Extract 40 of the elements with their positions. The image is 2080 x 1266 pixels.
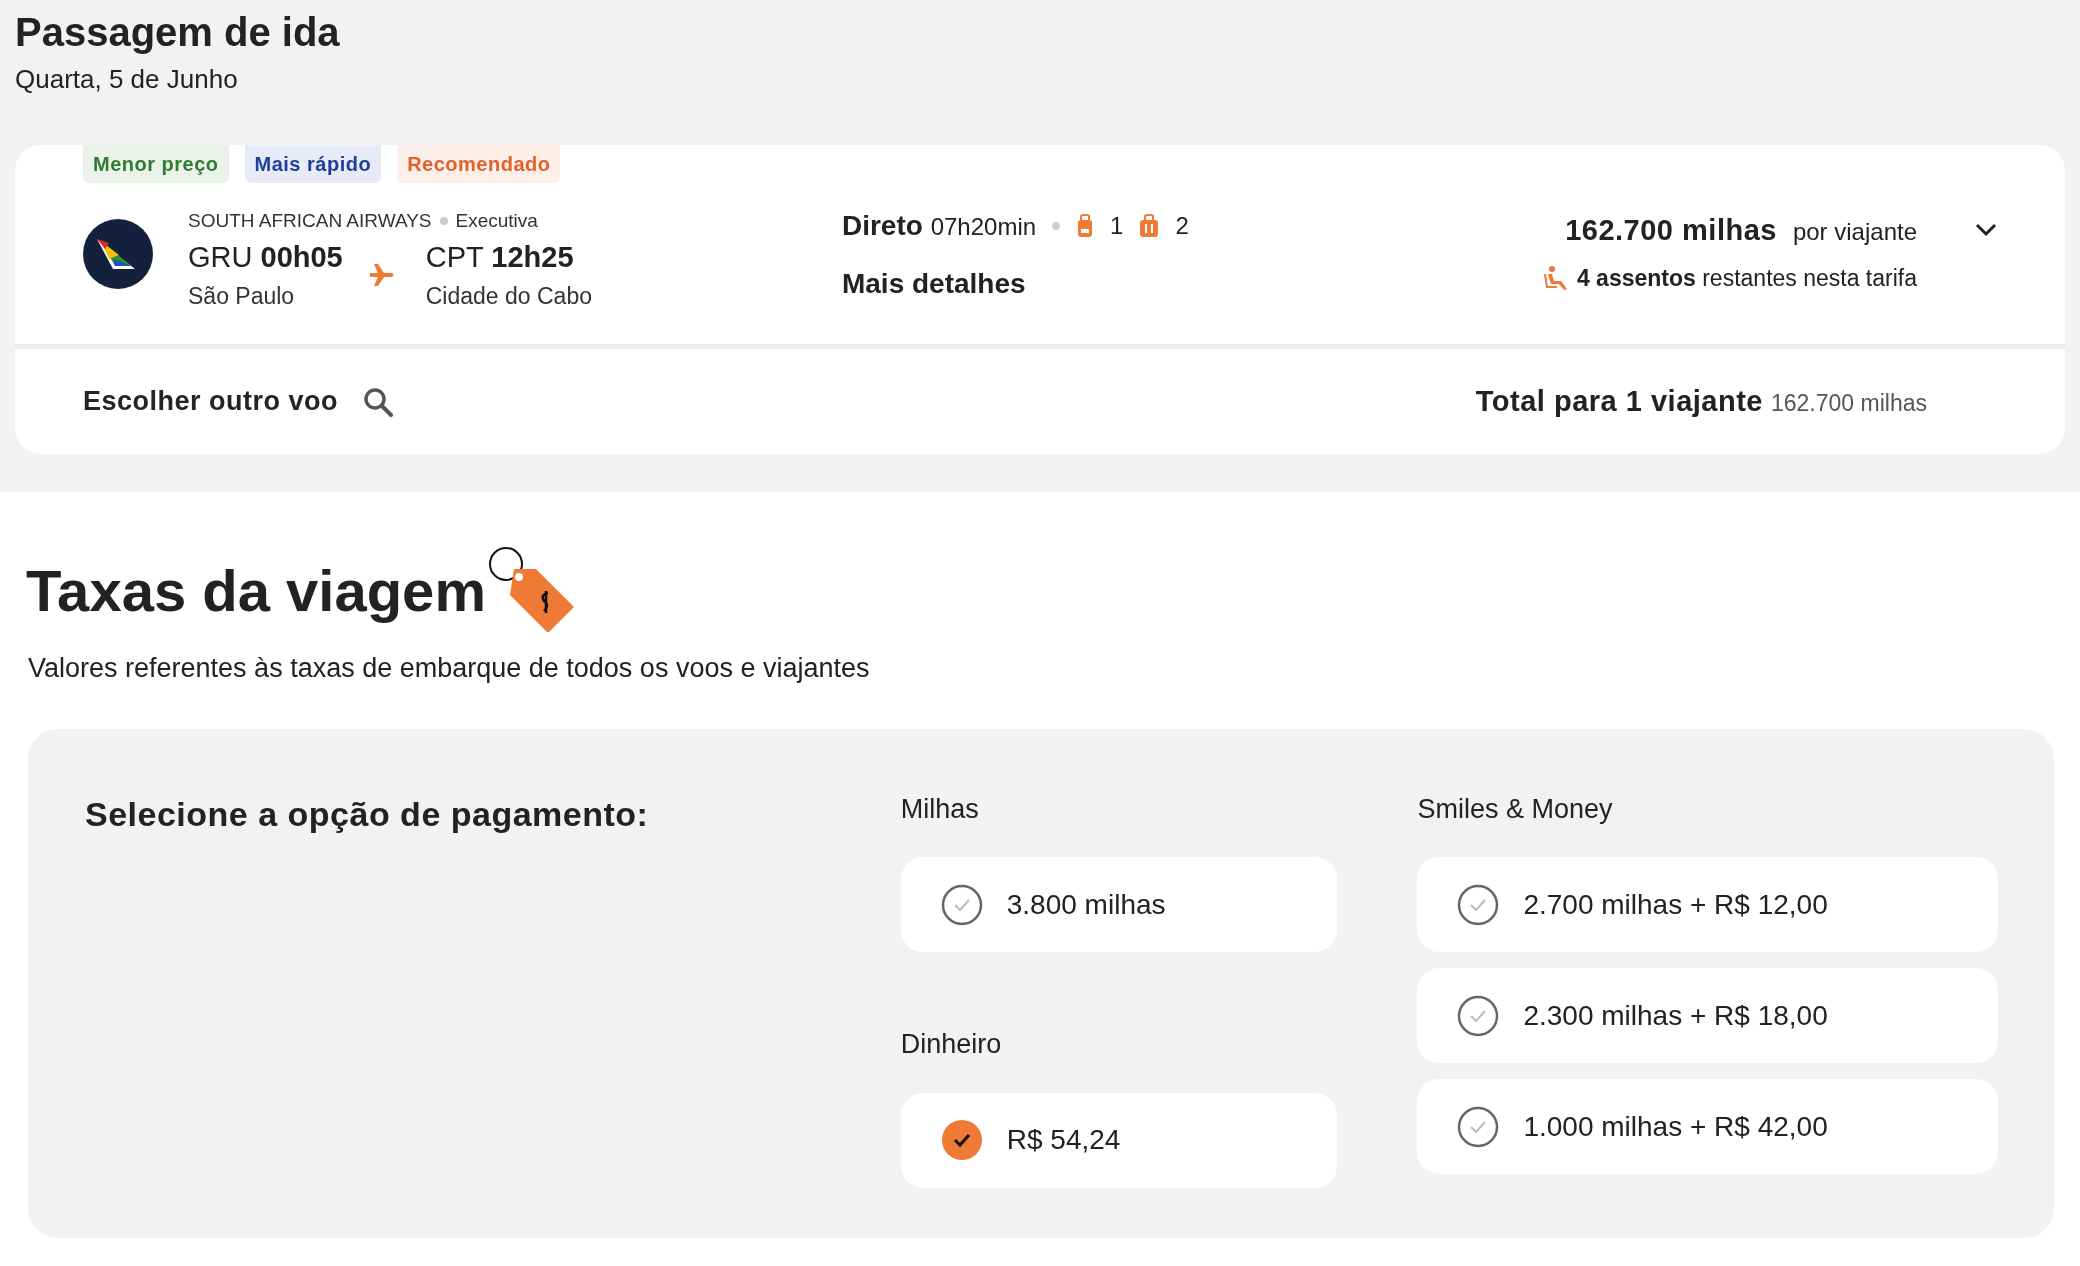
city-name: São Paulo <box>188 282 296 311</box>
total-value: 162.700 milhas <box>1771 388 1927 418</box>
details-link[interactable]: Mais detalhes <box>841 263 1026 305</box>
tag-badge: Menor preço <box>83 145 229 183</box>
payment-option[interactable]: 1.000 milhas + R$ 42,00 <box>1417 1079 1998 1174</box>
airline-name: SOUTH AFRICAN AIRWAYS <box>188 209 432 233</box>
option-group-label: Milhas <box>900 792 980 826</box>
suitcase-icon <box>1139 214 1160 238</box>
choose-flight-button[interactable]: Escolher outro voo <box>83 381 395 422</box>
checked-bag-count: 2 <box>1175 211 1189 241</box>
tag-badge: Mais rápido <box>244 145 382 183</box>
total-label: Total para 1 viajante <box>1475 383 1763 419</box>
payment-option[interactable]: R$ 54,24 <box>900 1092 1338 1188</box>
page-title: Passagem de ida <box>15 10 341 54</box>
arrival-time: CPT 12h25 <box>425 239 575 275</box>
flight-date: Quarta, 5 de Junho <box>15 63 239 96</box>
seat-icon <box>1542 264 1569 291</box>
option-group-label: Smiles & Money <box>1417 792 1614 826</box>
flight-duration: Direto 07h20min <box>841 209 1037 243</box>
search-icon <box>362 385 395 418</box>
tag-badge: Recomendado <box>397 145 561 183</box>
option-group-label: Dinheiro <box>900 1028 1003 1061</box>
cabin-class: Executiva <box>455 209 538 233</box>
price-unit: por viajante <box>1792 217 1917 247</box>
separator-dot <box>1052 222 1061 230</box>
price-value: 162.700 milhas <box>1565 213 1777 248</box>
separator-dot <box>439 217 448 226</box>
payment-option[interactable]: 2.300 milhas + R$ 18,00 <box>1417 968 1998 1063</box>
section-subtitle: Valores referentes às taxas de embarque de todos os voos e viajantes <box>27 652 871 685</box>
payment-prompt: Selecione a opção de pagamento: <box>85 793 650 835</box>
payment-option[interactable]: 2.700 milhas + R$ 12,00 <box>1417 857 1998 952</box>
carry-on-count: 1 <box>1110 211 1124 241</box>
airline-logo <box>83 219 153 289</box>
section-title: Taxas da viagem <box>26 557 486 625</box>
city-name: Cidade do Cabo <box>425 282 592 311</box>
chevron-down-icon <box>1975 222 1997 237</box>
payment-option[interactable]: 3.800 milhas <box>900 857 1338 952</box>
departure-time: GRU 00h05 <box>188 239 343 275</box>
backpack-icon <box>1076 214 1095 238</box>
seats-remaining: 4 assentos restantes nesta tarifa <box>1576 263 1917 293</box>
